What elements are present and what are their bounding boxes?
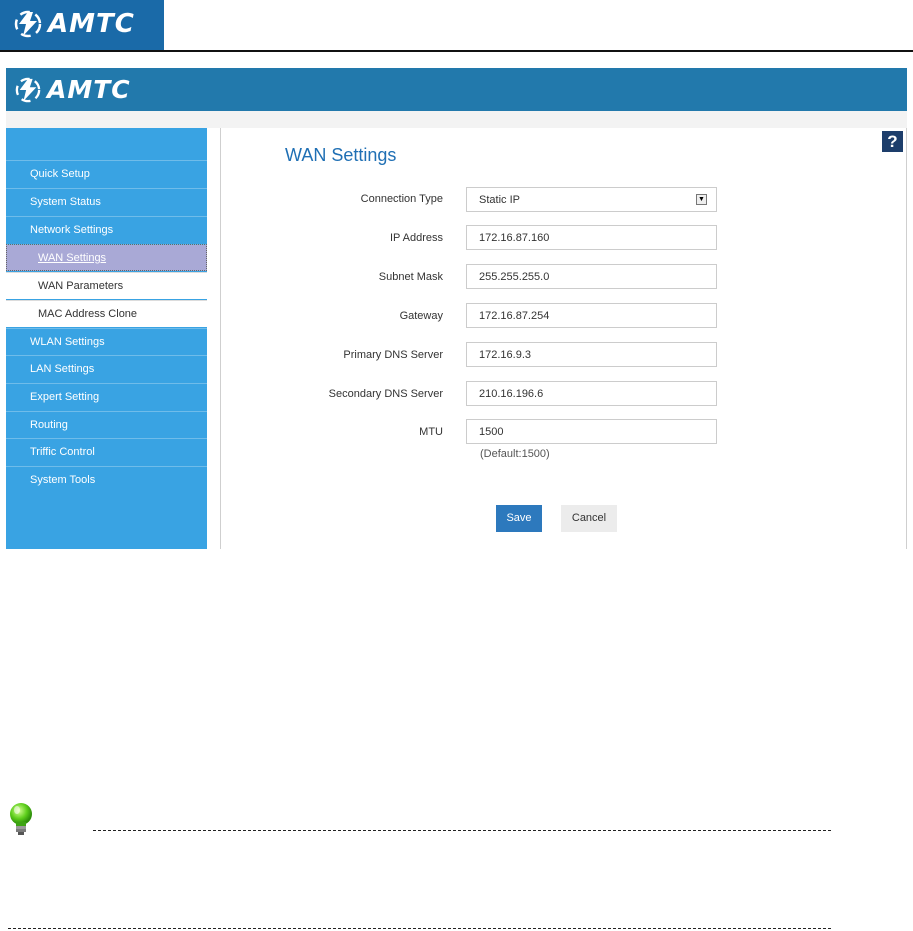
app-logo: AMTC [15, 75, 131, 104]
document-logo: AMTC [0, 0, 164, 50]
dropdown-arrow-icon[interactable]: ▼ [696, 194, 707, 205]
document-logo-mark: AMTC [14, 9, 135, 39]
sidebar-item-quick-setup[interactable]: Quick Setup [6, 160, 207, 187]
amtc-brand-icon [14, 10, 42, 38]
content-border [906, 128, 907, 549]
cancel-button[interactable]: Cancel [561, 505, 617, 532]
save-button[interactable]: Save [496, 505, 542, 532]
sidebar-item-expert-setting[interactable]: Expert Setting [6, 383, 207, 410]
sidebar-item-wlan-settings[interactable]: WLAN Settings [6, 328, 207, 355]
sidebar-item-wan-settings[interactable]: WAN Settings [6, 244, 207, 271]
subnet-mask-label: Subnet Mask [378, 271, 443, 283]
lightbulb-icon [10, 803, 32, 835]
mtu-default-hint: (Default:1500) [480, 448, 550, 460]
sidebar-item-system-status[interactable]: System Status [6, 188, 207, 215]
amtc-brand-icon [15, 77, 41, 102]
secondary-dns-label: Secondary DNS Server [328, 388, 443, 400]
app-header: AMTC [6, 68, 907, 111]
primary-dns-input[interactable] [466, 342, 717, 367]
app-logo-text: AMTC [47, 75, 131, 104]
sidebar-item-lan-settings[interactable]: LAN Settings [6, 355, 207, 382]
sidebar-item-network-settings[interactable]: Network Settings [6, 216, 207, 243]
mtu-input[interactable] [466, 419, 717, 444]
connection-type-select[interactable]: Static IP ▼ [466, 187, 717, 212]
gateway-input[interactable] [466, 303, 717, 328]
page-title: WAN Settings [285, 145, 397, 165]
sidebar-nav: Quick Setup System Status Network Settin… [6, 128, 207, 549]
help-icon[interactable]: ? [882, 131, 903, 152]
sidebar-item-system-tools[interactable]: System Tools [6, 466, 207, 493]
sidebar-item-wan-parameters[interactable]: WAN Parameters [6, 272, 207, 299]
document-header-rule [0, 50, 913, 52]
subnet-mask-input[interactable] [466, 264, 717, 289]
ip-address-input[interactable] [466, 225, 717, 250]
gateway-label: Gateway [399, 310, 443, 322]
sidebar-item-mac-address-clone[interactable]: MAC Address Clone [6, 300, 207, 327]
sidebar-item-routing[interactable]: Routing [6, 411, 207, 438]
ip-address-label: IP Address [390, 232, 443, 244]
sidebar-item-traffic-control[interactable]: Triffic Control [6, 438, 207, 465]
mtu-label: MTU [419, 426, 443, 438]
connection-type-value: Static IP [479, 193, 520, 206]
secondary-dns-input[interactable] [466, 381, 717, 406]
connection-type-label: Connection Type [360, 193, 443, 205]
note-top-divider [93, 830, 831, 831]
document-logo-text: AMTC [48, 9, 135, 39]
app-header-band [6, 111, 907, 128]
primary-dns-label: Primary DNS Server [343, 349, 443, 361]
note-bottom-divider [8, 928, 831, 929]
